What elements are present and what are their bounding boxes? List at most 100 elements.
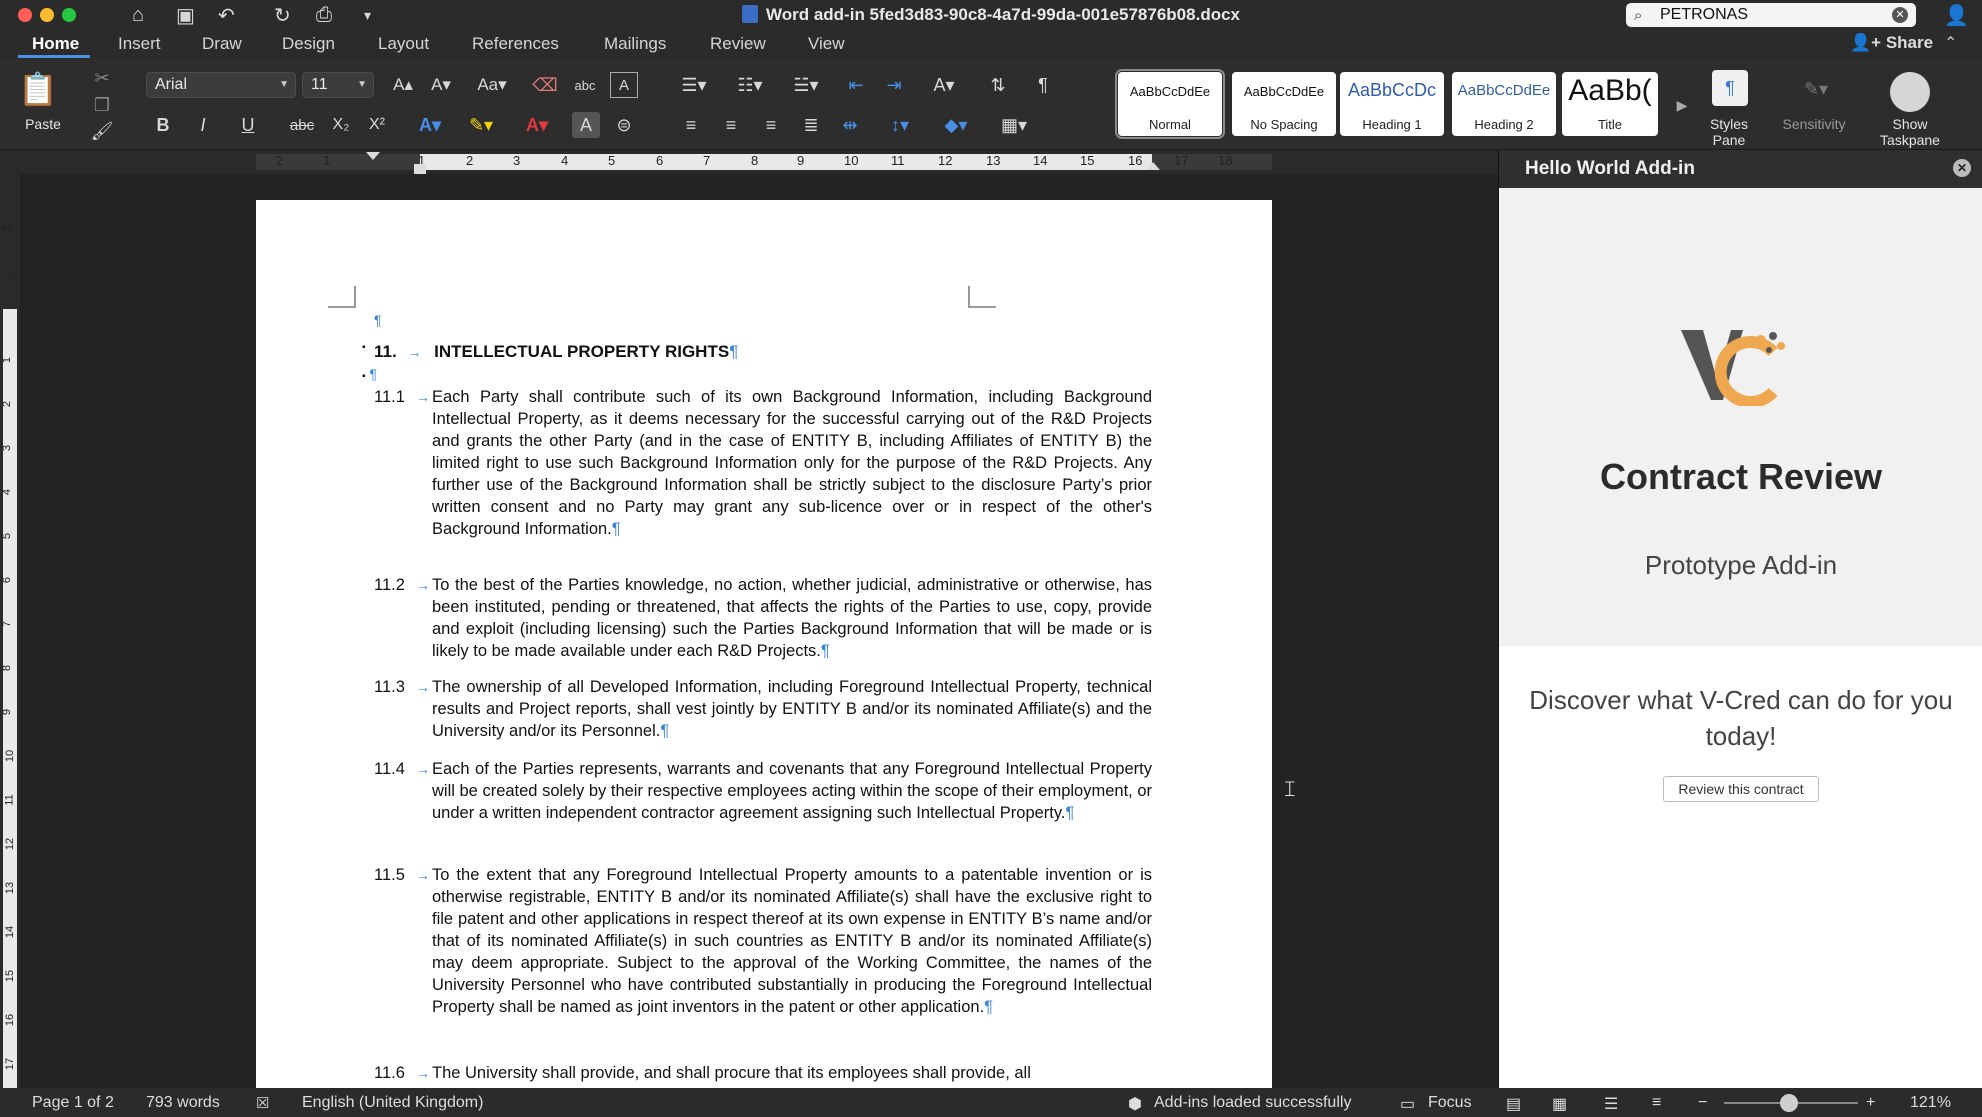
document-page[interactable]: ¶ ▪ 11. → INTELLECTUAL PROPERTY RIGHTS¶ … (256, 200, 1272, 1088)
clear-search-icon[interactable]: ✕ (1892, 7, 1908, 23)
tab-design[interactable]: Design (280, 34, 337, 54)
styles-pane-label[interactable]: Styles Pane (1696, 116, 1762, 148)
shading-icon[interactable]: ◆▾ (932, 112, 980, 138)
grow-font-icon[interactable]: A▴ (386, 72, 420, 98)
left-indent-marker[interactable] (414, 164, 426, 174)
text-box-icon[interactable]: A (610, 72, 638, 98)
review-contract-button[interactable]: Review this contract (1663, 776, 1819, 802)
align-right-icon[interactable]: ≡ (756, 112, 786, 138)
ruler-label: 14 (1033, 153, 1048, 168)
collapse-ribbon-icon[interactable]: ⌃ (1944, 33, 1957, 53)
focus-icon[interactable]: ▭ (1400, 1094, 1415, 1114)
multilevel-list-icon[interactable]: ☱▾ (782, 72, 830, 98)
bold-button[interactable]: B (148, 112, 178, 138)
search-input[interactable]: PETRONAS (1660, 6, 1748, 23)
show-taskpane-label[interactable]: Show Taskpane (1870, 116, 1950, 148)
copy-icon[interactable]: ❐ (90, 94, 114, 116)
font-name-combo[interactable]: Arial ▼ (146, 72, 296, 98)
style-heading-1[interactable]: AaBbCcDc Heading 1 (1340, 72, 1444, 136)
style-title[interactable]: AaBb( Title (1562, 72, 1658, 136)
spelling-icon[interactable]: abc (568, 72, 602, 98)
subscript-button[interactable]: X₂ (326, 112, 356, 138)
decrease-indent-icon[interactable]: ⇤ (838, 72, 874, 98)
first-line-indent-marker[interactable] (366, 152, 380, 160)
justify-icon[interactable]: ≣ (796, 112, 826, 138)
font-color-icon[interactable]: A▾ (514, 112, 560, 138)
sensitivity-label[interactable]: Sensitivity (1772, 116, 1856, 132)
share-button[interactable]: 👤+ Share (1850, 33, 1933, 53)
line-spacing-icon[interactable]: ↕▾ (876, 112, 924, 138)
language[interactable]: English (United Kingdom) (302, 1094, 483, 1112)
tab-insert[interactable]: Insert (116, 34, 163, 54)
outline-view-icon[interactable]: ☰ (1604, 1094, 1618, 1114)
highlight-icon[interactable]: ✎▾ (458, 112, 504, 138)
styles-pane-icon[interactable]: ¶ (1712, 70, 1748, 106)
tab-mailings[interactable]: Mailings (602, 34, 668, 54)
styles-gallery-more-icon[interactable]: ▶ (1672, 90, 1692, 120)
word-count[interactable]: 793 words (146, 1094, 220, 1112)
zoom-level[interactable]: 121% (1910, 1094, 1951, 1112)
draft-view-icon[interactable]: ≡ (1652, 1094, 1661, 1112)
font-size-combo[interactable]: 11 ▼ (302, 72, 374, 98)
paste-label[interactable]: Paste (18, 116, 68, 132)
tab-review[interactable]: Review (708, 34, 768, 54)
share-icon: 👤+ (1850, 33, 1886, 52)
proofing-icon[interactable]: ☒ (256, 1094, 269, 1112)
tab-layout[interactable]: Layout (376, 34, 431, 54)
page-count[interactable]: Page 1 of 2 (32, 1094, 114, 1112)
show-taskpane-icon[interactable] (1890, 72, 1930, 112)
character-shading-icon[interactable]: A (572, 112, 600, 138)
tab-arrow-icon: → (416, 577, 430, 593)
zoom-slider-handle[interactable] (1780, 1094, 1798, 1112)
web-layout-icon[interactable]: ▦ (1552, 1094, 1567, 1114)
empty-paragraph[interactable]: ▪ ¶ (362, 366, 377, 382)
search-box[interactable]: ⌕ PETRONAS ✕ (1626, 3, 1916, 27)
tab-references[interactable]: References (470, 34, 561, 54)
increase-indent-icon[interactable]: ⇥ (876, 72, 912, 98)
document-canvas[interactable]: ¶ ▪ 11. → INTELLECTUAL PROPERTY RIGHTS¶ … (20, 174, 1498, 1088)
clear-formatting-icon[interactable]: ⌫ (530, 72, 560, 98)
shrink-font-icon[interactable]: A▾ (424, 72, 458, 98)
italic-button[interactable]: I (188, 112, 218, 138)
distributed-icon[interactable]: ⇹ (834, 112, 866, 138)
close-icon[interactable]: ✕ (1953, 159, 1971, 177)
text-effects-icon[interactable]: A▾ (412, 112, 448, 138)
focus-mode[interactable]: Focus (1428, 1094, 1472, 1112)
chevron-down-icon: ▼ (357, 79, 367, 90)
numbering-icon[interactable]: ☷▾ (726, 72, 774, 98)
align-center-icon[interactable]: ≡ (716, 112, 746, 138)
underline-button[interactable]: U (228, 112, 268, 138)
style-no-spacing[interactable]: AaBbCcDdEe No Spacing (1232, 72, 1336, 136)
tab-draw[interactable]: Draw (200, 34, 244, 54)
style-sample: AaBb( (1568, 74, 1652, 107)
ruler-label: 3 (513, 153, 521, 168)
strikethrough-button[interactable]: abc (284, 112, 320, 138)
ruler-label: 13 (4, 881, 17, 895)
show-formatting-icon[interactable]: ¶ (1028, 72, 1058, 98)
print-layout-icon[interactable]: ▤ (1506, 1094, 1521, 1114)
cut-icon[interactable]: ✂ (90, 66, 114, 90)
zoom-out-icon[interactable]: − (1698, 1094, 1707, 1112)
clause-number: 11.3 (374, 678, 405, 696)
style-normal[interactable]: AaBbCcDdEe Normal (1115, 69, 1225, 139)
phonetic-guide-icon[interactable]: ⊜ (610, 112, 638, 138)
format-painter-icon[interactable]: 🖌 (90, 120, 114, 142)
tab-home[interactable]: Home (30, 34, 81, 54)
borders-icon[interactable]: ▦▾ (990, 112, 1038, 138)
right-indent-marker[interactable] (1146, 162, 1160, 170)
font-name-value: Arial (155, 76, 188, 93)
clipboard-icon[interactable]: 📋 (18, 68, 58, 110)
style-heading-2[interactable]: AaBbCcDdEe Heading 2 (1452, 72, 1556, 136)
section-heading[interactable]: ▪ 11. → INTELLECTUAL PROPERTY RIGHTS¶ (362, 342, 738, 362)
superscript-button[interactable]: X² (362, 112, 392, 138)
zoom-in-icon[interactable]: + (1866, 1094, 1875, 1112)
change-case-icon[interactable]: Aa▾ (470, 72, 514, 98)
align-left-icon[interactable]: ≡ (676, 112, 706, 138)
user-icon[interactable]: 👤 (1944, 3, 1969, 28)
text-direction-icon[interactable]: A▾ (920, 72, 968, 98)
sort-icon[interactable]: ⇅ (980, 72, 1016, 98)
sensitivity-icon[interactable]: ✎▾ (1796, 72, 1836, 106)
task-pane: Hello World Add-in ✕ Contract Review Pro… (1498, 150, 1982, 1088)
bullets-icon[interactable]: ☰▾ (670, 72, 718, 98)
tab-view[interactable]: View (806, 34, 847, 54)
